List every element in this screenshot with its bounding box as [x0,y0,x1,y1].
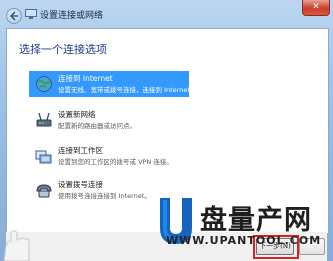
connection-options-list: 连接到 Internet 设置无线、宽带或拨号连接，连接到 Internet。 … [29,67,319,215]
window-frame: 设置连接或网络 ✕ 选择一个连接选项 连接到 Internet 设置无线、宽带或… [0,0,333,261]
title-bar: 设置连接或网络 ✕ [0,0,333,28]
workplace-icon [35,150,52,164]
option-title: 连接到 Internet [58,74,113,83]
option-description: 配置新的路由器或访问点。 [58,122,136,130]
back-arrow-icon [9,11,18,21]
window-title: 设置连接或网络 [40,11,104,21]
close-button[interactable]: ✕ [302,0,330,16]
dialup-icon [36,184,52,198]
option-title: 设置拨号连接 [58,180,103,189]
option-description: 使用拨号连接连接到 Internet。 [58,192,151,200]
router-icon [36,112,52,127]
option-description: 设置无线、宽带或拨号连接，连接到 Internet。 [58,86,197,94]
hand-cursor-icon [3,230,30,261]
option-title: 设置新网络 [58,110,96,119]
globe-icon [36,76,52,92]
option-description: 设置到您的工作区的拨号或 VPN 连接。 [58,158,173,166]
option-connect-workplace[interactable]: 连接到工作区 设置到您的工作区的拨号或 VPN 连接。 [29,143,189,169]
watermark-text: 盘量产网 [200,205,312,236]
network-icon [25,9,37,19]
page-heading: 选择一个连接选项 [19,43,107,56]
back-button[interactable] [6,8,22,24]
option-connect-internet[interactable]: 连接到 Internet 设置无线、宽带或拨号连接，连接到 Internet。 [29,71,196,97]
option-new-network[interactable]: 设置新网络 配置新的路由器或访问点。 [29,107,189,133]
option-title: 连接到工作区 [58,146,103,155]
watermark-url: WWW.UPANTOOL.COM [166,234,322,247]
watermark: 盘量产网 WWW.UPANTOOL.COM [152,196,332,258]
